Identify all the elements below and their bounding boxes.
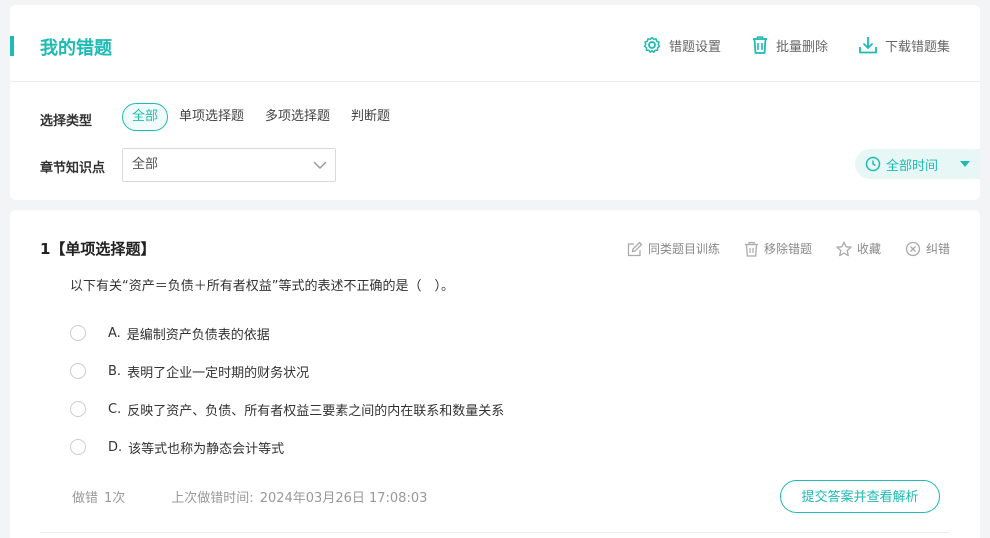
chevron-down-icon	[313, 161, 327, 169]
wrong-stats: 做错 1次 上次做错时间: 2024年03月26日 17:08:03	[72, 487, 433, 506]
download-wrong-set-label: 下载错题集	[884, 39, 950, 55]
type-filter-chips: 全部 单项选择题 多项选择题 判断题	[122, 103, 401, 131]
type-chip-multiple-choice[interactable]: 多项选择题	[255, 103, 340, 131]
edit-icon	[627, 241, 643, 256]
radio-button[interactable]	[70, 439, 86, 455]
batch-delete-button[interactable]: 批量删除	[751, 35, 828, 55]
radio-button[interactable]	[70, 363, 86, 379]
trash-icon	[744, 241, 758, 257]
batch-delete-label: 批量删除	[775, 39, 828, 55]
trash-icon	[752, 36, 767, 54]
download-wrong-set-button[interactable]: 下载错题集	[858, 35, 950, 55]
option-text: 是编制资产负债表的依据	[126, 327, 270, 343]
error-icon	[905, 241, 921, 256]
top-actions: 错题设置 批量删除 下载错题集	[612, 35, 950, 55]
gear-icon	[643, 36, 661, 54]
favorite-label: 收藏	[856, 242, 881, 256]
wrong-count-value: 1次	[104, 491, 126, 506]
wrong-count-label: 做错	[72, 491, 99, 506]
caret-down-icon	[960, 161, 970, 167]
answer-options: A. 是编制资产负债表的依据 B. 表明了企业一定时期的财务状况 C. 反映了资…	[70, 314, 504, 466]
report-error-label: 纠错	[925, 242, 950, 256]
wrong-settings-label: 错题设置	[668, 39, 721, 55]
option-letter: D.	[108, 439, 123, 455]
option-b[interactable]: B. 表明了企业一定时期的财务状况	[70, 352, 504, 390]
clock-icon	[865, 156, 881, 172]
radio-button[interactable]	[70, 401, 86, 417]
report-error-button[interactable]: 纠错	[905, 240, 950, 257]
chapter-select[interactable]: 全部	[122, 148, 336, 182]
question-stem: 以下有关“资产＝负债＋所有者权益”等式的表述不正确的是（ ）。	[70, 279, 454, 294]
chapter-filter-label: 章节知识点	[40, 161, 106, 176]
time-filter-dropdown[interactable]: 全部时间	[855, 149, 980, 179]
option-c[interactable]: C. 反映了资产、负债、所有者权益三要素之间的内在联系和数量关系	[70, 390, 504, 428]
question-card: 1【单项选择题】 同类题目训练 移除错题 收藏 纠错 以下有关“资产＝负债＋所有…	[10, 210, 980, 538]
chapter-select-value: 全部	[132, 157, 159, 172]
type-chip-all[interactable]: 全部	[122, 103, 169, 131]
option-letter: A.	[108, 325, 121, 341]
type-chip-true-false[interactable]: 判断题	[341, 103, 400, 131]
question-title: 1【单项选择题】	[40, 240, 156, 258]
option-letter: B.	[108, 363, 122, 379]
remove-wrong-label: 移除错题	[763, 242, 812, 256]
option-letter: C.	[108, 401, 122, 417]
option-text: 该等式也称为静态会计等式	[128, 441, 285, 457]
download-icon	[859, 37, 877, 54]
title-accent-bar	[10, 36, 14, 56]
wrong-settings-button[interactable]: 错题设置	[642, 35, 721, 55]
favorite-button[interactable]: 收藏	[836, 240, 881, 257]
last-wrong-time-value: 2024年03月26日 17:08:03	[259, 491, 428, 506]
option-text: 表明了企业一定时期的财务状况	[127, 365, 310, 381]
option-text: 反映了资产、负债、所有者权益三要素之间的内在联系和数量关系	[127, 403, 505, 419]
radio-button[interactable]	[70, 325, 86, 341]
header-divider	[10, 81, 980, 82]
type-filter-label: 选择类型	[40, 114, 93, 129]
similar-training-label: 同类题目训练	[647, 242, 720, 256]
header-card: 我的错题 错题设置 批量删除 下载错题集 选择类型 全部 单项选择题 多项选择题…	[10, 5, 980, 200]
type-chip-single-choice[interactable]: 单项选择题	[169, 103, 254, 131]
submit-answer-button[interactable]: 提交答案并查看解析	[780, 480, 940, 513]
question-actions: 同类题目训练 移除错题 收藏 纠错	[603, 240, 950, 257]
similar-training-button[interactable]: 同类题目训练	[627, 240, 720, 257]
page-title: 我的错题	[40, 38, 112, 59]
star-icon	[836, 241, 852, 256]
question-divider	[40, 532, 950, 533]
time-filter-label: 全部时间	[886, 158, 939, 174]
remove-wrong-button[interactable]: 移除错题	[744, 240, 812, 257]
option-d[interactable]: D. 该等式也称为静态会计等式	[70, 428, 504, 466]
option-a[interactable]: A. 是编制资产负债表的依据	[70, 314, 504, 352]
last-wrong-time-label: 上次做错时间:	[171, 491, 254, 506]
